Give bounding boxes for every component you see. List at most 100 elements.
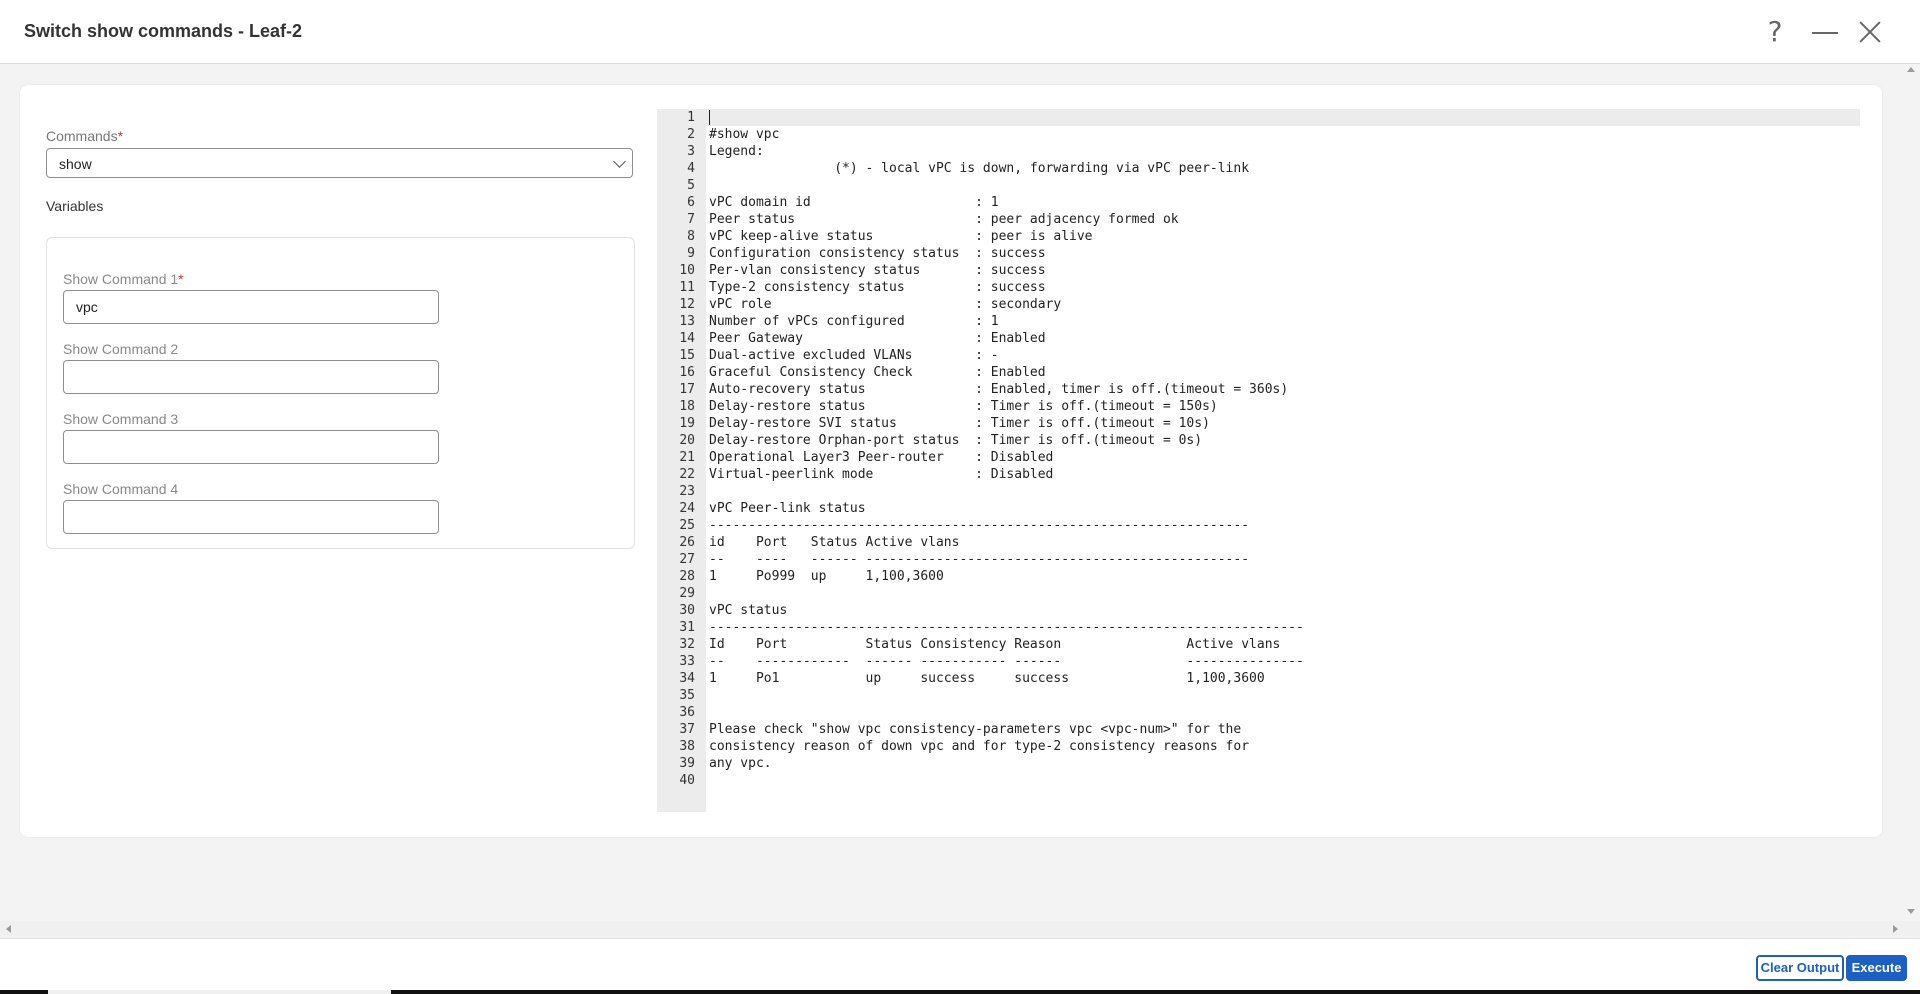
- output-line: Delay-restore SVI status : Timer is off.…: [709, 416, 1210, 431]
- line-number: 2: [687, 127, 695, 142]
- line-number: 39: [679, 756, 695, 771]
- output-line: Configuration consistency status : succe…: [709, 246, 1046, 261]
- line-number: 28: [679, 569, 695, 584]
- output-line: -- ------------ ------ ----------- -----…: [709, 654, 1304, 669]
- line-number: 19: [679, 416, 695, 431]
- line-number: 32: [679, 637, 695, 652]
- show-command-4-label: Show Command 4: [63, 481, 179, 497]
- dialog-title: Switch show commands - Leaf-2: [24, 21, 303, 41]
- output-line: Per-vlan consistency status : success: [709, 263, 1046, 278]
- line-number: 27: [679, 552, 695, 567]
- line-number: 15: [679, 348, 695, 363]
- scroll-left-arrow-icon[interactable]: [6, 925, 11, 933]
- output-line: Peer Gateway : Enabled: [709, 331, 1046, 346]
- output-text: #show vpc Legend: (*) - local vPC is down…: [709, 109, 1304, 789]
- output-line: Id Port Status Consistency Reason Active…: [709, 637, 1281, 652]
- output-line: Dual-active excluded VLANs : -: [709, 348, 999, 363]
- show-command-3-label: Show Command 3: [63, 411, 179, 427]
- output-line: [709, 772, 1304, 789]
- variables-label: Variables: [46, 198, 104, 214]
- horizontal-scrollbar[interactable]: [0, 921, 1920, 937]
- output-line: (*) - local vPC is down, forwarding via …: [709, 161, 1250, 176]
- line-number: 14: [679, 331, 695, 346]
- main-card: Commands* show Variables Show Command 1*…: [20, 85, 1882, 837]
- line-number: 17: [679, 382, 695, 397]
- show-command-4-input[interactable]: [63, 500, 439, 534]
- output-editor[interactable]: 1 2 3 4 5 6 7 8 9 10 11 12 13 14 15 16 17 18 19 20 21 22 23 24 2…: [657, 109, 1860, 812]
- line-number: 38: [679, 739, 695, 754]
- show-command-3-input[interactable]: [63, 430, 439, 464]
- chevron-down-icon: [613, 155, 626, 168]
- output-line: [709, 687, 1304, 704]
- line-number: 37: [679, 722, 695, 737]
- dialog-footer: Clear Output Execute: [0, 938, 1920, 990]
- line-number: 8: [687, 229, 695, 244]
- line-number: 33: [679, 654, 695, 669]
- scroll-right-arrow-icon[interactable]: [1893, 925, 1898, 933]
- line-number: 1: [687, 110, 695, 125]
- scroll-up-arrow-icon[interactable]: [1907, 67, 1915, 72]
- output-line: Please check "show vpc consistency-param…: [709, 722, 1242, 737]
- line-number: 6: [687, 195, 695, 210]
- output-line: -- ---- ------ -------------------------…: [709, 552, 1250, 567]
- output-line: vPC keep-alive status : peer is alive: [709, 229, 1093, 244]
- output-line: Delay-restore Orphan-port status : Timer…: [709, 433, 1203, 448]
- output-line: #show vpc: [709, 127, 780, 142]
- scroll-down-arrow-icon[interactable]: [1907, 909, 1915, 914]
- line-number: 31: [679, 620, 695, 635]
- line-number: 16: [679, 365, 695, 380]
- line-number: 21: [679, 450, 695, 465]
- output-line: [709, 109, 1304, 126]
- line-number: 24: [679, 501, 695, 516]
- clear-output-button[interactable]: Clear Output: [1756, 955, 1844, 981]
- output-line: Delay-restore status : Timer is off.(tim…: [709, 399, 1218, 414]
- line-number: 35: [679, 688, 695, 703]
- output-line: ----------------------------------------…: [709, 518, 1250, 533]
- line-number: 7: [687, 212, 695, 227]
- show-command-1-input[interactable]: vpc: [63, 290, 439, 324]
- line-number: 12: [679, 297, 695, 312]
- line-number: 5: [687, 178, 695, 193]
- line-number: 22: [679, 467, 695, 482]
- close-icon[interactable]: [1852, 14, 1888, 50]
- output-line: id Port Status Active vlans: [709, 535, 960, 550]
- output-line: ----------------------------------------…: [709, 620, 1304, 635]
- line-number: 25: [679, 518, 695, 533]
- output-line: 1 Po1 up success success 1,100,3600: [709, 671, 1265, 686]
- minimize-icon[interactable]: [1806, 14, 1842, 50]
- line-number: 36: [679, 705, 695, 720]
- line-number: 29: [679, 586, 695, 601]
- show-command-1-label: Show Command 1*: [63, 271, 184, 287]
- output-line: Peer status : peer adjacency formed ok: [709, 212, 1179, 227]
- line-number: 9: [687, 246, 695, 261]
- output-line: Auto-recovery status : Enabled, timer is…: [709, 382, 1289, 397]
- line-number: 4: [687, 161, 695, 176]
- commands-select[interactable]: show: [46, 148, 633, 178]
- output-line: Virtual-peerlink mode : Disabled: [709, 467, 1054, 482]
- show-command-2-input[interactable]: [63, 360, 439, 394]
- line-number: 34: [679, 671, 695, 686]
- line-number: 40: [679, 773, 695, 788]
- commands-select-value: show: [59, 156, 92, 172]
- output-line: Operational Layer3 Peer-router : Disable…: [709, 450, 1054, 465]
- output-line: Graceful Consistency Check : Enabled: [709, 365, 1046, 380]
- output-line: 1 Po999 up 1,100,3600: [709, 569, 944, 584]
- variables-panel: Show Command 1* vpc Show Command 2 Show …: [46, 237, 635, 549]
- output-line: [709, 585, 1304, 602]
- line-number: 11: [679, 280, 695, 295]
- line-number: 30: [679, 603, 695, 618]
- help-icon[interactable]: ?: [1757, 14, 1793, 50]
- bottom-edge-bar: [0, 990, 1920, 994]
- output-line: Number of vPCs configured : 1: [709, 314, 999, 329]
- line-number: 23: [679, 484, 695, 499]
- output-line: [709, 177, 1304, 194]
- execute-button[interactable]: Execute: [1846, 955, 1907, 981]
- output-line: [709, 483, 1304, 500]
- line-number: 10: [679, 263, 695, 278]
- line-number: 18: [679, 399, 695, 414]
- output-line: Type-2 consistency status : success: [709, 280, 1046, 295]
- output-line: [709, 704, 1304, 721]
- text-cursor: [709, 110, 710, 125]
- output-line: any vpc.: [709, 756, 772, 771]
- line-number: 20: [679, 433, 695, 448]
